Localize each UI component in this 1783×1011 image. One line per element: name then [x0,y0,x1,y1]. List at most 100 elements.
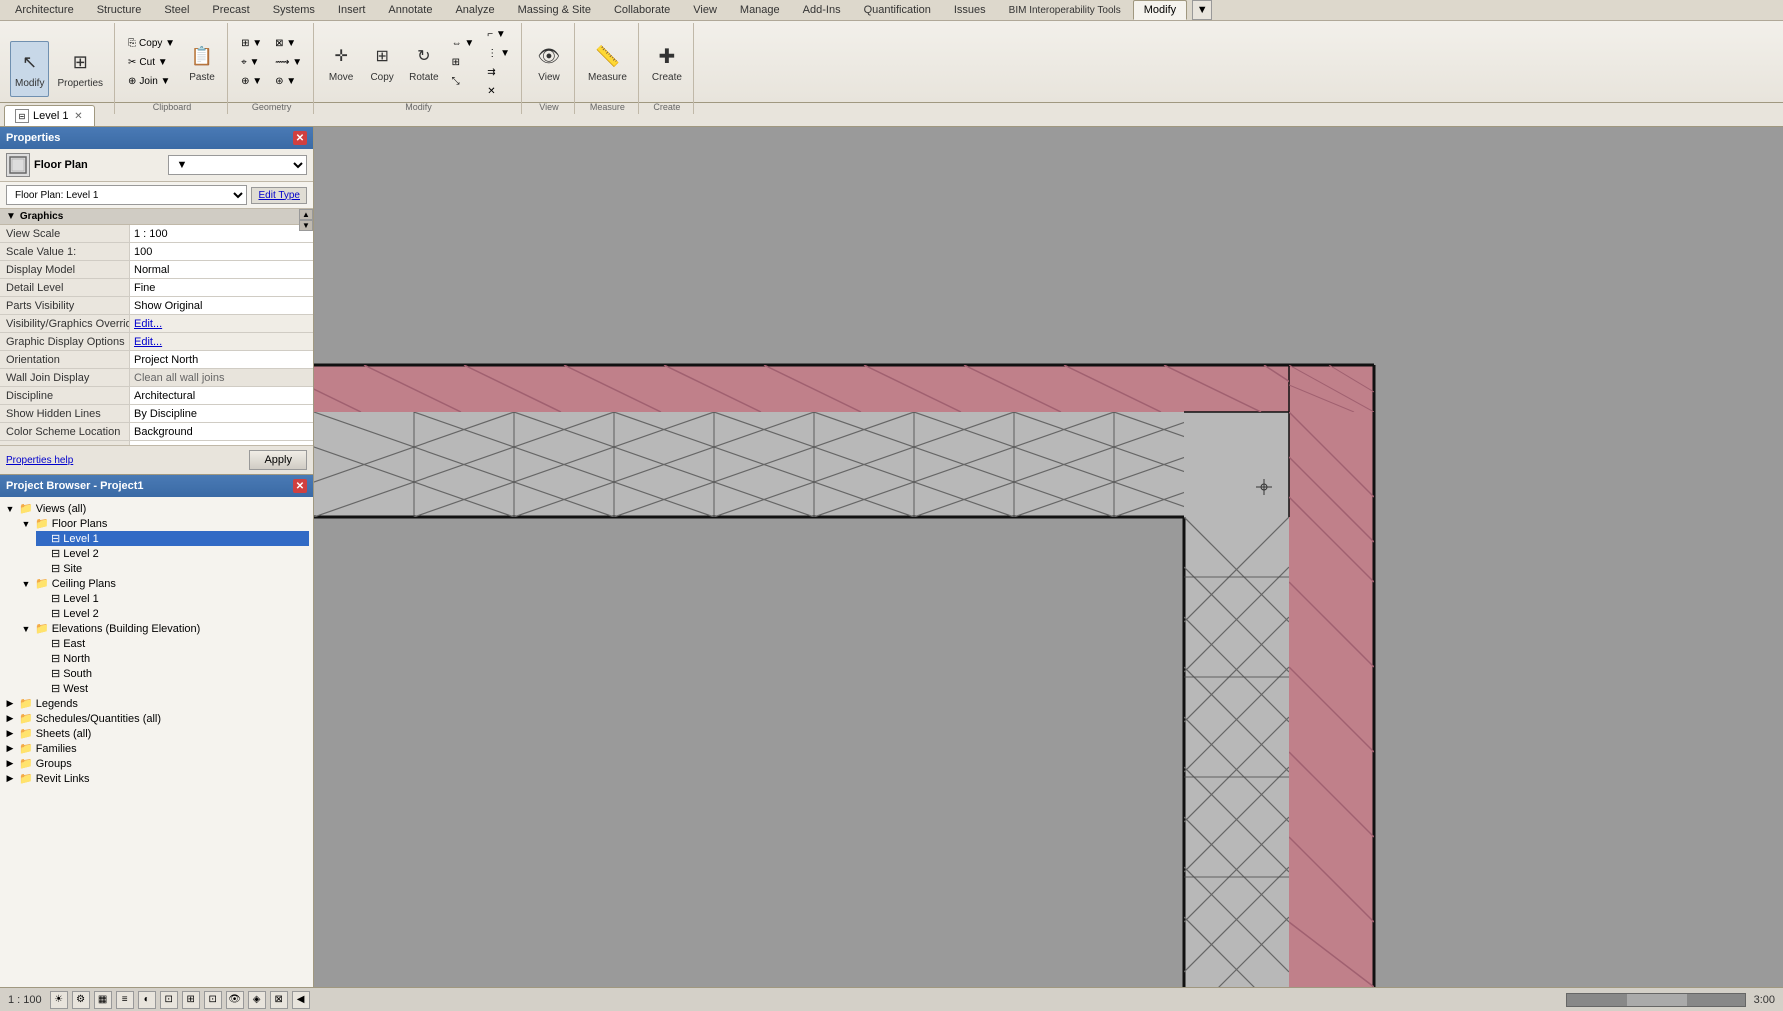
tab-addins[interactable]: Add-Ins [792,0,852,20]
properties-button[interactable]: ⊞ Properties [52,41,108,97]
geometry-btn6[interactable]: ⊛ ▼ [270,73,307,91]
prop-value-discipline[interactable]: Architectural [130,387,313,404]
tree-sheets[interactable]: ▶ 📁 Sheets (all) [4,726,309,741]
copy-button[interactable]: ⎘ Copy ▼ [123,35,180,53]
join-button[interactable]: ⊕ Join ▼ [123,73,180,91]
prop-value-color-scheme-loc[interactable]: Background [130,423,313,440]
view-plan-dropdown[interactable]: Floor Plan: Level 1 [6,185,247,205]
split-btn[interactable]: ⋮ ▼ [482,44,515,62]
geometry-btn3[interactable]: ⊕ ▼ [236,73,267,91]
tab-systems[interactable]: Systems [262,0,326,20]
modify-button[interactable]: ↖ Modify [10,41,49,97]
view-cube[interactable] [1566,993,1746,1007]
prop-value-scale[interactable]: 1 : 100 [130,225,313,242]
tree-west[interactable]: ⊟ West [36,681,309,696]
type-dropdown[interactable]: ▼ [168,155,308,175]
tab-bim[interactable]: BIM Interoperability Tools [998,0,1132,20]
graphics-section-header[interactable]: ▼ Graphics [0,209,313,224]
tree-floor-plans[interactable]: ▼ 📁 Floor Plans [20,516,309,531]
prop-value-hidden-lines[interactable]: By Discipline [130,405,313,422]
cut-button[interactable]: ✂ Cut ▼ [123,54,180,72]
render-icon[interactable]: ⚙ [72,991,90,1009]
crop-icon[interactable]: ⊡ [160,991,178,1009]
tab-view[interactable]: View [682,0,728,20]
create-button[interactable]: ✚ Create [647,35,687,91]
expand-families[interactable]: ▶ [4,743,16,755]
properties-panel-close[interactable]: ✕ [293,131,307,145]
tab-manage[interactable]: Manage [729,0,791,20]
tab-analyze[interactable]: Analyze [444,0,505,20]
prop-value-parts-visibility[interactable]: Show Original [130,297,313,314]
thin-lines-icon[interactable]: ≡ [116,991,134,1009]
prop-value-detail-level[interactable]: Fine [130,279,313,296]
analysis-display-icon[interactable]: ◈ [248,991,266,1009]
tab-collaborate[interactable]: Collaborate [603,0,681,20]
delete-btn[interactable]: ✕ [482,82,515,100]
offset-btn[interactable]: ⇉ [482,63,515,81]
move-button[interactable]: ✛ Move [322,35,360,91]
prop-value-scale-value[interactable]: 100 [130,243,313,260]
edit-type-button[interactable]: Edit Type [251,187,307,204]
measure-button[interactable]: 📏 Measure [583,35,632,91]
geometry-btn2[interactable]: ⌖ ▼ [236,54,267,72]
browser-close[interactable]: ✕ [293,479,307,493]
tree-groups[interactable]: ▶ 📁 Groups [4,756,309,771]
expand-views[interactable]: ▼ [4,503,16,515]
tree-legends[interactable]: ▶ 📁 Legends [4,696,309,711]
navigation-arrow[interactable]: ◀ [292,991,310,1009]
tree-ceiling-plans[interactable]: ▼ 📁 Ceiling Plans [20,576,309,591]
tree-schedules[interactable]: ▶ 📁 Schedules/Quantities (all) [4,711,309,726]
expand-schedules[interactable]: ▶ [4,713,16,725]
sun-path-icon[interactable]: ☀ [50,991,68,1009]
mirror-btn[interactable]: ⇔ ▼ [447,35,480,53]
tree-east[interactable]: ⊟ East [36,636,309,651]
tree-revit-links[interactable]: ▶ 📁 Revit Links [4,771,309,786]
apply-button[interactable]: Apply [249,450,307,470]
view-tab-level1[interactable]: ⊟ Level 1 ✕ [4,105,95,126]
rotate-button[interactable]: ↻ Rotate [404,35,443,91]
tree-elevations[interactable]: ▼ 📁 Elevations (Building Elevation) [20,621,309,636]
prop-value-orientation[interactable]: Project North [130,351,313,368]
shadow-icon[interactable]: ◐ [138,991,156,1009]
tree-south[interactable]: ⊟ South [36,666,309,681]
expand-sheets[interactable]: ▶ [4,728,16,740]
expand-revit-links[interactable]: ▶ [4,773,16,785]
tree-level2[interactable]: ⊟ Level 2 [36,546,309,561]
tab-structure[interactable]: Structure [86,0,153,20]
tree-north[interactable]: ⊟ North [36,651,309,666]
tree-families[interactable]: ▶ 📁 Families [4,741,309,756]
expand-legends[interactable]: ▶ [4,698,16,710]
expand-groups[interactable]: ▶ [4,758,16,770]
prop-value-vg-overrides[interactable]: Edit... [130,315,313,332]
canvas-area[interactable] [314,127,1783,987]
prop-value-graphic-display[interactable]: Edit... [130,333,313,350]
scale-btn[interactable]: ⤡ [447,73,480,91]
expand-elevations[interactable]: ▼ [20,623,32,635]
scroll-up[interactable]: ▲ [299,209,313,220]
tab-issues[interactable]: Issues [943,0,997,20]
tab-annotate[interactable]: Annotate [377,0,443,20]
view-tab-close[interactable]: ✕ [72,110,84,122]
copy-tool-button[interactable]: ⊞ Copy [363,35,401,91]
tab-steel[interactable]: Steel [153,0,200,20]
tab-insert[interactable]: Insert [327,0,377,20]
trim-btn[interactable]: ⌐ ▼ [482,25,515,43]
unlock-icon[interactable]: ⊡ [204,991,222,1009]
prop-value-display-model[interactable]: Normal [130,261,313,278]
model-graphics-icon[interactable]: ▦ [94,991,112,1009]
tree-views-all[interactable]: ▼ 📁 Views (all) [4,501,309,516]
tab-precast[interactable]: Precast [201,0,260,20]
array-btn[interactable]: ⊞ [447,54,480,72]
tree-level1[interactable]: ⊟ Level 1 [36,531,309,546]
scroll-down[interactable]: ▼ [299,220,313,231]
tree-ceiling-level2[interactable]: ⊟ Level 2 [36,606,309,621]
show-crop-icon[interactable]: ⊞ [182,991,200,1009]
properties-help-link[interactable]: Properties help [6,455,73,466]
tab-quantification[interactable]: Quantification [853,0,942,20]
paste-button[interactable]: 📋 Paste [183,35,221,91]
temp-hide-icon[interactable]: 👁 [226,991,244,1009]
geometry-btn4[interactable]: ⊠ ▼ [270,35,307,53]
tree-site[interactable]: ⊟ Site [36,561,309,576]
expand-floor-plans[interactable]: ▼ [20,518,32,530]
quick-access-options[interactable]: ▼ [1192,0,1212,20]
